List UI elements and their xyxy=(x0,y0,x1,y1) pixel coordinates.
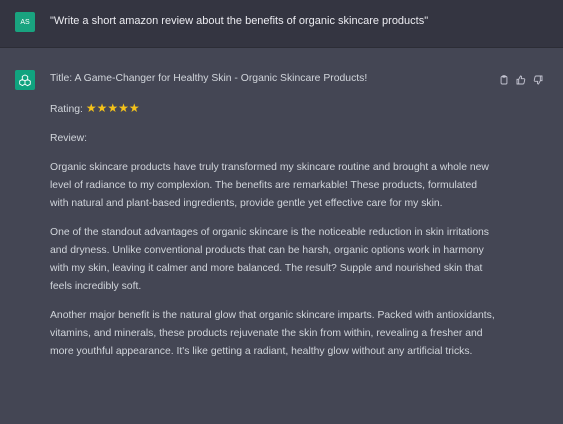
review-rating: Rating: ★★★★★ xyxy=(50,99,495,119)
review-paragraph: Organic skincare products have truly tra… xyxy=(50,162,489,209)
assistant-message-content: Title: A Game-Changer for Healthy Skin -… xyxy=(50,70,495,372)
copy-icon[interactable] xyxy=(499,72,509,85)
assistant-message-row: Title: A Game-Changer for Healthy Skin -… xyxy=(0,48,563,424)
user-avatar-initials: AS xyxy=(20,18,30,26)
message-actions xyxy=(499,72,543,85)
user-message-text: "Write a short amazon review about the b… xyxy=(50,15,429,27)
review-paragraph: Another major benefit is the natural glo… xyxy=(50,310,495,357)
user-avatar: AS xyxy=(15,12,35,32)
rating-stars: ★★★★★ xyxy=(85,101,140,115)
chat-thread: AS "Write a short amazon review about th… xyxy=(0,0,563,424)
review-title: Title: A Game-Changer for Healthy Skin -… xyxy=(50,73,368,84)
thumbs-up-icon[interactable] xyxy=(516,72,526,85)
openai-logo-icon xyxy=(19,74,31,87)
assistant-avatar xyxy=(15,70,35,90)
user-message-row: AS "Write a short amazon review about th… xyxy=(0,0,563,48)
rating-label: Rating: xyxy=(50,104,83,115)
review-label: Review: xyxy=(50,133,87,144)
thumbs-down-icon[interactable] xyxy=(533,72,543,85)
review-paragraph: One of the standout advantages of organi… xyxy=(50,227,489,292)
